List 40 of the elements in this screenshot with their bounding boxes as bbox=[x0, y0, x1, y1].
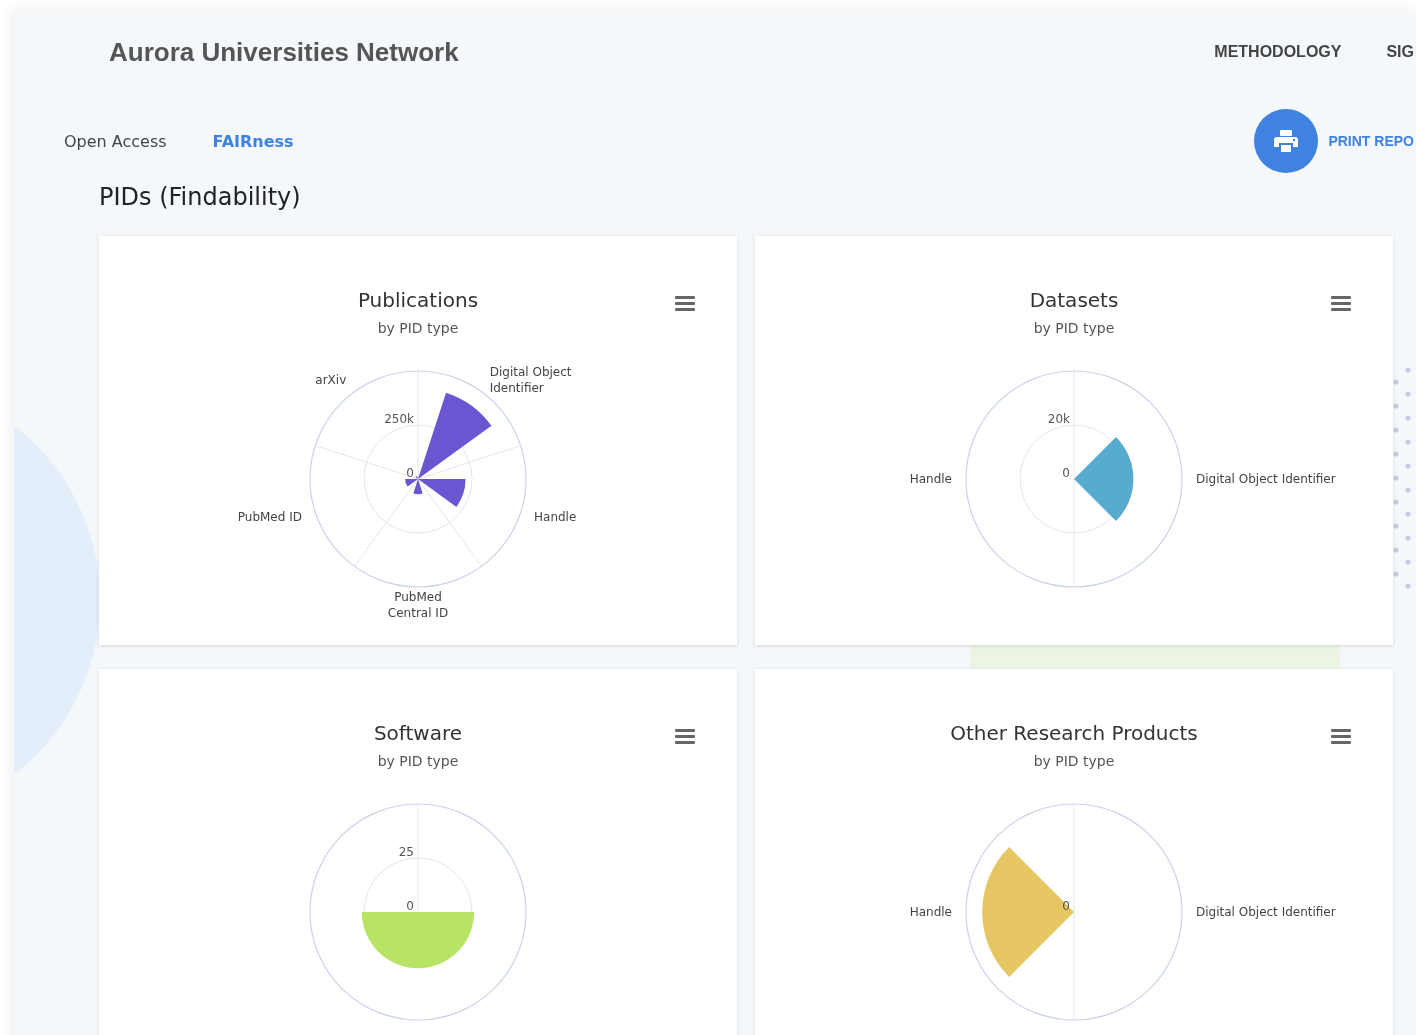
category-label: Handle bbox=[909, 904, 952, 920]
nav-link[interactable]: METHODOLOGY bbox=[1214, 43, 1342, 61]
chart-title: Software bbox=[373, 721, 463, 745]
chart-title: Datasets bbox=[1029, 288, 1119, 312]
menu-button[interactable] bbox=[675, 729, 695, 744]
category-label: Digital Object Identifier bbox=[489, 364, 573, 397]
menu-icon bbox=[1331, 729, 1351, 744]
chart-subtitle: by PID type bbox=[377, 319, 459, 337]
tab[interactable]: FAIRness bbox=[212, 131, 294, 151]
category-label: Digital Object Identifier bbox=[1196, 904, 1336, 920]
menu-button[interactable] bbox=[1331, 296, 1351, 311]
menu-button[interactable] bbox=[1331, 729, 1351, 744]
axis-tick-label: 25 bbox=[398, 845, 414, 859]
category-label: PubMed Central ID bbox=[386, 589, 450, 621]
category-label: Handle bbox=[909, 471, 952, 487]
chart-title: Other Research Products bbox=[950, 721, 1198, 745]
section-title: PIDs (Findability) bbox=[99, 182, 302, 212]
chart-subtitle: by PID type bbox=[1033, 752, 1115, 770]
axis-tick-label: 20k bbox=[1047, 412, 1070, 426]
axis-tick-label: 0 bbox=[1062, 466, 1070, 480]
category-label: PubMed ID bbox=[237, 508, 302, 525]
axis-tick-label: 0 bbox=[406, 466, 414, 480]
menu-icon bbox=[675, 296, 695, 311]
printer-icon bbox=[1274, 130, 1299, 152]
tab[interactable]: Open Access bbox=[64, 131, 167, 151]
category-label: arXiv bbox=[315, 372, 347, 389]
category-label: Handle bbox=[534, 508, 577, 525]
menu-icon bbox=[675, 729, 695, 744]
nav-link[interactable]: SIG bbox=[1386, 43, 1414, 61]
chart-subtitle: by PID type bbox=[1033, 319, 1115, 337]
site-title: Aurora Universities Network bbox=[109, 36, 459, 68]
axis-tick-label: 0 bbox=[1062, 899, 1070, 913]
axis-tick-label: 0 bbox=[406, 899, 414, 913]
chart-subtitle: by PID type bbox=[377, 752, 459, 770]
menu-button[interactable] bbox=[675, 296, 695, 311]
category-label: Digital Object Identifier bbox=[1196, 471, 1336, 487]
print-link[interactable]: PRINT REPO bbox=[1328, 133, 1414, 149]
chart-title: Publications bbox=[357, 288, 479, 312]
menu-icon bbox=[1331, 296, 1351, 311]
axis-tick-label: 250k bbox=[384, 412, 414, 426]
